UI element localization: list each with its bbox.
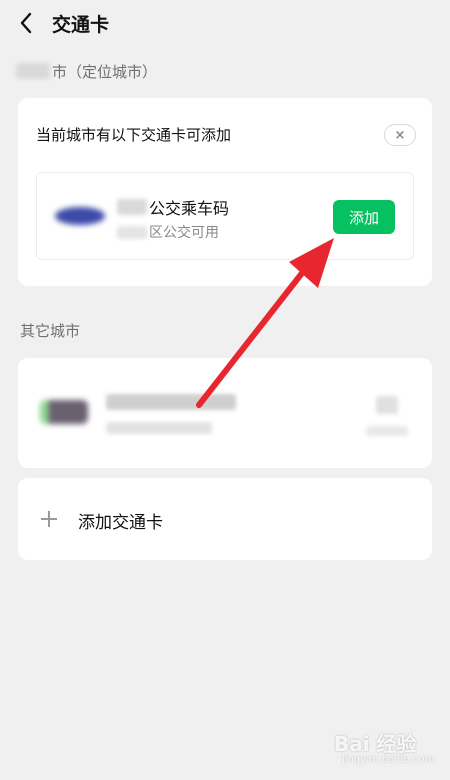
add-button[interactable]: 添加 (333, 200, 395, 234)
close-button[interactable]: × (384, 124, 416, 146)
blurred-card-city (117, 199, 147, 215)
page-title: 交通卡 (52, 14, 110, 36)
location-suffix: 市（定位城市） (52, 62, 158, 81)
blurred-other-card-action (376, 396, 398, 414)
top-bar: 交通卡 (0, 0, 450, 46)
current-location: 市（定位城市） (16, 60, 157, 82)
other-cities-label: 其它城市 (20, 322, 81, 340)
current-city-card: 当前城市有以下交通卡可添加 × 公交乘车码 区公交可用 添加 (18, 98, 432, 286)
blurred-other-card-sub (106, 422, 212, 434)
transit-card-item[interactable]: 公交乘车码 区公交可用 添加 (36, 172, 414, 260)
blurred-city-name (16, 63, 50, 79)
watermark-logo: Bai 经验 jingyan.baidu.com (334, 724, 444, 774)
back-button[interactable] (14, 10, 38, 36)
blurred-card-district (117, 225, 147, 239)
blurred-other-card-name (106, 394, 236, 410)
other-transit-logo-icon (40, 400, 88, 424)
transit-card-name: 公交乘车码 (117, 195, 229, 219)
plus-icon (41, 511, 57, 527)
transit-sub-suffix: 区公交可用 (149, 225, 219, 241)
close-icon: × (394, 127, 406, 143)
transit-card-coverage: 区公交可用 (117, 222, 219, 242)
watermark-sub-text: jingyan.baidu.com (342, 754, 435, 765)
other-city-card[interactable] (18, 358, 432, 468)
current-city-heading: 当前城市有以下交通卡可添加 (36, 126, 232, 144)
blurred-other-card-status (366, 426, 408, 436)
watermark-main-text: Bai 经验 (334, 732, 417, 756)
chevron-left-icon (20, 12, 32, 34)
add-transit-card-label: 添加交通卡 (78, 513, 163, 533)
transit-name-suffix: 公交乘车码 (149, 199, 230, 218)
add-transit-card-row[interactable]: 添加交通卡 (18, 478, 432, 560)
transit-logo-icon (55, 207, 105, 225)
